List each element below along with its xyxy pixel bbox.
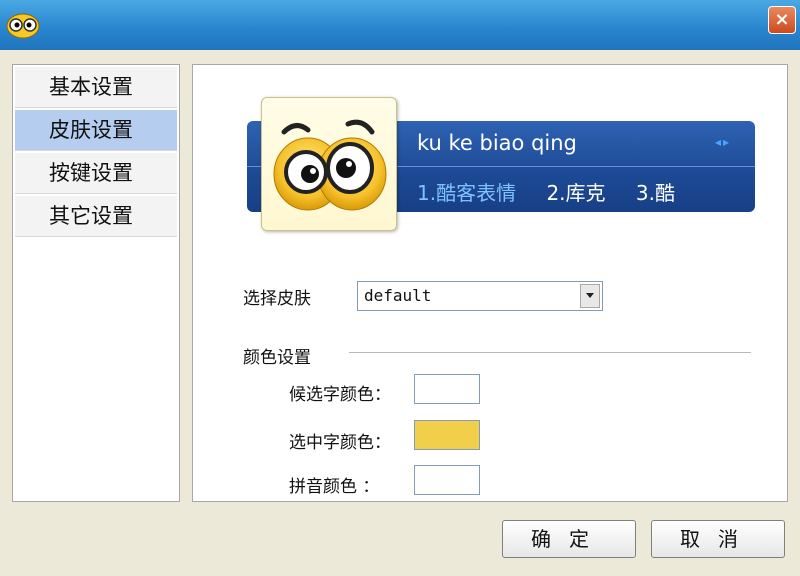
cancel-button[interactable]: 取消 (651, 520, 785, 558)
pinyin-color-swatch[interactable] (414, 465, 480, 495)
skin-option-3[interactable]: 3.酷 (636, 181, 675, 205)
skin-avatar (261, 97, 397, 231)
skin-nav-arrows-icon[interactable]: ◂▸ (715, 135, 731, 149)
selected-color-label: 选中字颜色： (289, 433, 391, 453)
sidebar-item-other[interactable]: 其它设置 (15, 196, 177, 237)
skin-option-1[interactable]: 1.酷客表情 (417, 181, 516, 205)
chevron-down-icon[interactable] (580, 284, 600, 308)
skin-options-list: 1.酷客表情 2.库克 3.酷 (417, 177, 699, 206)
sidebar-item-basic[interactable]: 基本设置 (15, 67, 177, 108)
candidate-color-swatch[interactable] (414, 374, 480, 404)
skin-select-label: 选择皮肤 (243, 289, 311, 309)
skin-settings-panel: ku ke biao qing ◂▸ 1.酷客表情 2.库克 3.酷 选择皮肤 … (192, 64, 788, 502)
emoticon-face-icon (273, 119, 387, 211)
sidebar-item-skin[interactable]: 皮肤设置 (15, 110, 177, 151)
pinyin-color-label: 拼音颜色 ： (289, 477, 380, 497)
skin-name: ku ke biao qing (417, 131, 577, 155)
title-bar: × (0, 0, 800, 50)
skin-select-dropdown[interactable]: default (357, 281, 603, 311)
color-settings-heading: 颜色设置 (243, 348, 311, 368)
selected-color-swatch[interactable] (414, 420, 480, 450)
app-logo-icon (6, 13, 40, 39)
candidate-color-label: 候选字颜色： (289, 385, 391, 405)
ok-button[interactable]: 确定 (502, 520, 636, 558)
close-button[interactable]: × (768, 6, 796, 34)
settings-sidebar: 基本设置 皮肤设置 按键设置 其它设置 (12, 64, 180, 502)
color-settings-divider (349, 352, 751, 353)
sidebar-item-hotkeys[interactable]: 按键设置 (15, 153, 177, 194)
skin-select-value: default (364, 286, 432, 305)
skin-option-2[interactable]: 2.库克 (546, 181, 605, 205)
